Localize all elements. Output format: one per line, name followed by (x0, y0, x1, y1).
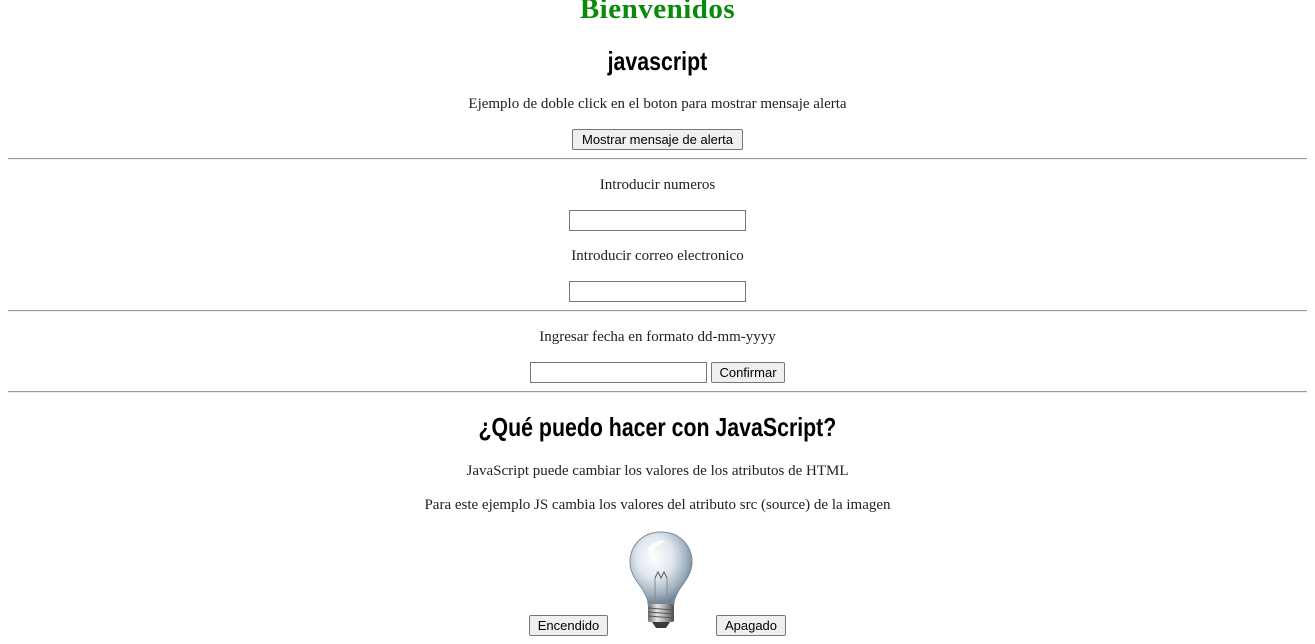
section-heading-capabilities: ¿Qué puedo hacer con JavaScript? (478, 412, 837, 442)
section-heading-javascript: javascript (607, 46, 708, 76)
bulb-on-button[interactable]: Encendido (529, 615, 608, 636)
capabilities-line-1: JavaScript puede cambiar los valores de … (466, 463, 849, 479)
numbers-label: Introducir numeros (599, 177, 716, 193)
alert-description: Ejemplo de doble click en el boton para … (468, 96, 847, 112)
divider (8, 391, 1307, 393)
divider (8, 310, 1307, 312)
confirm-button[interactable]: Confirmar (711, 362, 785, 383)
capabilities-line-2: Para este ejemplo JS cambia los valores … (424, 497, 891, 513)
date-input[interactable] (530, 362, 707, 383)
divider (8, 158, 1307, 160)
lightbulb-off-icon (628, 530, 694, 630)
email-label: Introducir correo electronico (571, 248, 744, 264)
email-input[interactable] (569, 281, 746, 302)
show-alert-button[interactable]: Mostrar mensaje de alerta (572, 129, 743, 150)
date-label: Ingresar fecha en formato dd-mm-yyyy (539, 329, 776, 345)
page-title: Bienvenidos (579, 0, 736, 25)
numbers-input[interactable] (569, 210, 746, 231)
bulb-off-button[interactable]: Apagado (716, 615, 786, 636)
